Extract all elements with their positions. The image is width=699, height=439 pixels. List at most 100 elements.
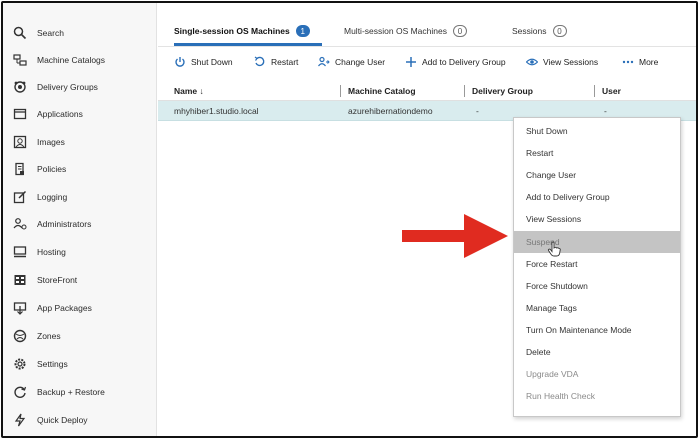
add-to-delivery-group-label: Add to Delivery Group xyxy=(422,57,506,67)
sidebar-item-quick-deploy[interactable]: Quick Deploy xyxy=(3,407,157,433)
storefront-icon xyxy=(13,273,27,287)
change-user-button[interactable]: Change User xyxy=(318,56,385,68)
tab-multi-session-os-machines[interactable]: Multi-session OS Machines 0 xyxy=(344,25,467,37)
add-to-delivery-group-button[interactable]: Add to Delivery Group xyxy=(405,56,506,68)
eye-icon xyxy=(526,58,538,66)
annotation-arrow-icon xyxy=(402,214,508,258)
view-sessions-button[interactable]: View Sessions xyxy=(526,56,598,68)
backup-restore-icon xyxy=(13,385,27,399)
tab-label: Multi-session OS Machines xyxy=(344,26,447,36)
menu-item-restart[interactable]: Restart xyxy=(514,142,680,164)
more-label: More xyxy=(639,57,659,67)
zones-icon xyxy=(13,329,27,343)
sidebar-item-settings[interactable]: Settings xyxy=(3,351,157,377)
sidebar-item-label: Search xyxy=(37,28,64,38)
machine-catalogs-icon xyxy=(13,53,27,67)
sidebar-item-label: Delivery Groups xyxy=(37,82,98,92)
column-header-user[interactable]: User xyxy=(602,86,621,96)
menu-item-delete[interactable]: Delete xyxy=(514,341,680,363)
search-icon xyxy=(13,26,27,40)
column-header-machine-catalog[interactable]: Machine Catalog xyxy=(348,86,416,96)
sidebar-item-label: Policies xyxy=(37,164,67,174)
hosting-icon xyxy=(13,245,27,259)
restart-label: Restart xyxy=(271,57,299,67)
hand-cursor-icon xyxy=(547,241,561,257)
sidebar-item-search[interactable]: Search xyxy=(3,20,157,46)
sidebar-item-label: Backup + Restore xyxy=(37,387,105,397)
menu-item-suspend[interactable]: Suspend xyxy=(514,231,680,253)
quick-deploy-icon xyxy=(13,413,27,427)
sidebar: Search Machine Catalogs Delivery Groups … xyxy=(3,3,157,436)
cell-machine-catalog: azurehibernationdemo xyxy=(348,106,433,116)
sidebar-item-backup-restore[interactable]: Backup + Restore xyxy=(3,379,157,405)
change-user-icon xyxy=(318,56,330,67)
sidebar-item-label: Settings xyxy=(37,359,68,369)
sidebar-item-label: Hosting xyxy=(37,247,66,257)
menu-item-force-shutdown[interactable]: Force Shutdown xyxy=(514,275,680,297)
settings-icon xyxy=(13,357,27,371)
power-icon xyxy=(175,57,185,67)
sidebar-item-label: Administrators xyxy=(37,219,92,229)
change-user-label: Change User xyxy=(335,57,386,67)
administrators-icon xyxy=(13,217,27,231)
column-separator xyxy=(594,85,595,97)
sidebar-item-label: Images xyxy=(37,137,65,147)
menu-item-add-to-delivery-group[interactable]: Add to Delivery Group xyxy=(514,186,680,208)
column-header-name[interactable]: Name ↓ xyxy=(174,86,204,96)
column-separator xyxy=(464,85,465,97)
tab-label: Sessions xyxy=(512,26,547,36)
context-menu: Shut Down Restart Change User Add to Del… xyxy=(513,117,681,417)
cell-delivery-group: - xyxy=(476,106,479,116)
sidebar-item-images[interactable]: Images xyxy=(3,129,157,155)
sidebar-item-logging[interactable]: Logging xyxy=(3,184,157,210)
sidebar-item-storefront[interactable]: StoreFront xyxy=(3,267,157,293)
app-packages-icon xyxy=(13,301,27,315)
column-header-delivery-group[interactable]: Delivery Group xyxy=(472,86,533,96)
menu-item-turn-on-maintenance-mode[interactable]: Turn On Maintenance Mode xyxy=(514,319,680,341)
sidebar-item-policies[interactable]: Policies xyxy=(3,156,157,182)
images-icon xyxy=(13,135,27,149)
view-sessions-label: View Sessions xyxy=(543,57,599,67)
tab-label: Single-session OS Machines xyxy=(174,26,290,36)
app-window: Search Machine Catalogs Delivery Groups … xyxy=(1,1,698,438)
sidebar-item-administrators[interactable]: Administrators xyxy=(3,211,157,237)
sidebar-item-label: Applications xyxy=(37,109,83,119)
menu-item-manage-tags[interactable]: Manage Tags xyxy=(514,297,680,319)
toolbar: Shut Down Restart Change User Add to Del… xyxy=(158,49,696,79)
more-icon xyxy=(622,60,634,64)
column-separator xyxy=(340,85,341,97)
sidebar-item-machine-catalogs[interactable]: Machine Catalogs xyxy=(3,47,157,73)
tab-count-badge: 1 xyxy=(295,25,310,37)
tab-count-badge: 0 xyxy=(552,25,567,37)
logging-icon xyxy=(13,190,27,204)
menu-item-run-health-check: Run Health Check xyxy=(526,391,595,401)
menu-item-view-sessions[interactable]: View Sessions xyxy=(514,208,680,230)
shut-down-button[interactable]: Shut Down xyxy=(174,56,233,68)
sidebar-item-applications[interactable]: Applications xyxy=(3,101,157,127)
tab-sessions[interactable]: Sessions 0 xyxy=(512,25,567,37)
plus-icon xyxy=(406,57,416,67)
sidebar-item-label: Logging xyxy=(37,192,68,202)
sidebar-item-app-packages[interactable]: App Packages xyxy=(3,295,157,321)
sidebar-item-label: Quick Deploy xyxy=(37,415,88,425)
menu-item-upgrade-vda: Upgrade VDA xyxy=(526,369,579,379)
sidebar-item-delivery-groups[interactable]: Delivery Groups xyxy=(3,74,157,100)
restart-button[interactable]: Restart xyxy=(254,56,298,68)
restart-icon xyxy=(254,56,265,67)
sidebar-item-zones[interactable]: Zones xyxy=(3,323,157,349)
sidebar-item-label: Zones xyxy=(37,331,61,341)
active-tab-indicator xyxy=(174,43,322,46)
tab-bar: Single-session OS Machines 1 Multi-sessi… xyxy=(158,3,696,47)
more-button[interactable]: More xyxy=(622,56,658,68)
tab-single-session-os-machines[interactable]: Single-session OS Machines 1 xyxy=(174,25,310,37)
cell-name: mhyhiber1.studio.local xyxy=(174,106,259,116)
menu-item-force-restart[interactable]: Force Restart xyxy=(514,253,680,275)
menu-item-change-user[interactable]: Change User xyxy=(514,164,680,186)
shut-down-label: Shut Down xyxy=(191,57,233,67)
menu-item-shut-down[interactable]: Shut Down xyxy=(514,120,680,142)
sidebar-item-label: StoreFront xyxy=(37,275,78,285)
sidebar-item-hosting[interactable]: Hosting xyxy=(3,239,157,265)
table-header: Name ↓ Machine Catalog Delivery Group Us… xyxy=(158,81,696,101)
delivery-groups-icon xyxy=(13,80,27,94)
policies-icon xyxy=(13,162,27,176)
